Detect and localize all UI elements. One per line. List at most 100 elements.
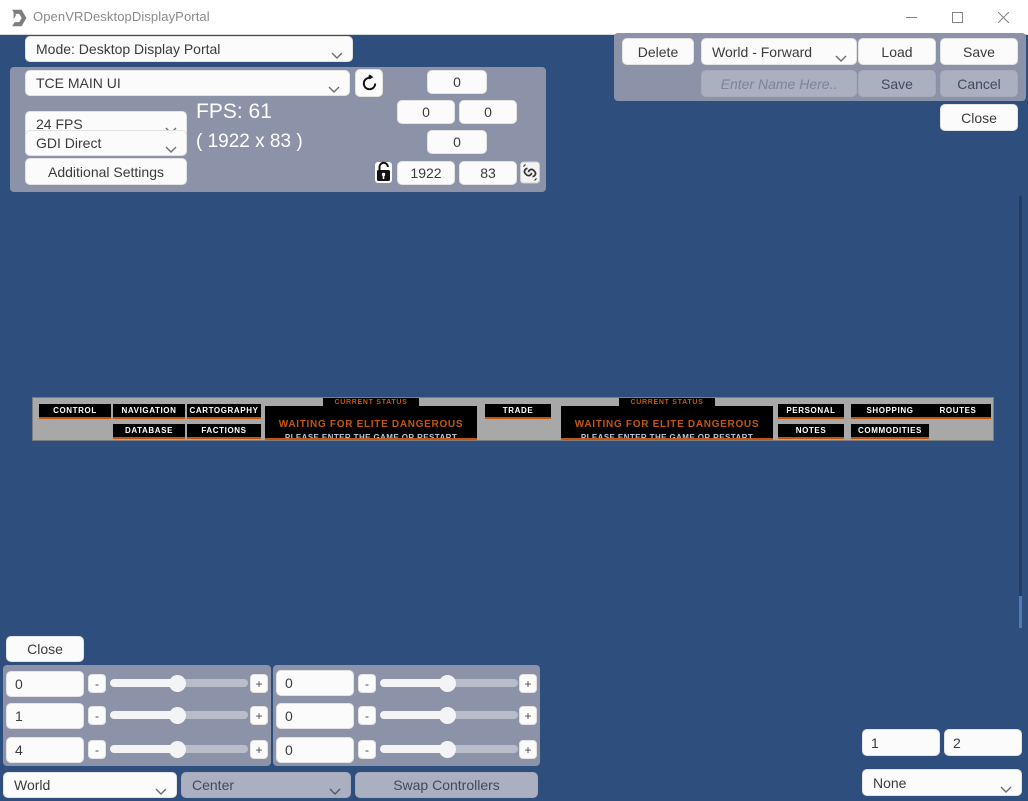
position-x-increment[interactable]: + [250,674,268,693]
chevron-down-icon [155,782,167,798]
rotation-y-field[interactable]: 0 [276,703,354,729]
tce-button-notes[interactable]: NOTES [778,424,844,439]
position-y-thumb[interactable] [169,707,186,724]
scrollbar-track[interactable] [1019,196,1022,626]
offset-z-field[interactable]: 0 [427,70,487,94]
confirm-save-button[interactable]: Save [858,70,936,97]
tce-button-commodities[interactable]: COMMODITIES [851,424,929,439]
profile-select[interactable]: World - Forward [701,38,857,65]
cancel-save-button[interactable]: Cancel [940,70,1018,97]
window-source-label: TCE MAIN UI [36,75,121,91]
load-profile-button[interactable]: Load [858,38,936,65]
position-z-decrement[interactable]: - [88,740,106,759]
scrollbar-thumb[interactable] [1019,596,1022,628]
tce-status-main-text-2: WAITING FOR ELITE DANGEROUS [574,419,760,430]
rotation-z-fill [380,745,447,753]
position-x-thumb[interactable] [169,675,186,692]
window-source-select[interactable]: TCE MAIN UI [25,70,350,96]
position-z-fill [110,745,177,753]
maximize-icon [951,11,963,23]
tce-button-cartography[interactable]: CARTOGRAPHY [187,404,261,419]
tce-button-control[interactable]: CONTROL [39,404,111,419]
space-select[interactable]: World [3,772,177,798]
tce-button-routes[interactable]: ROUTES [925,404,991,419]
device-select[interactable]: None [862,769,1022,796]
tce-button-navigation[interactable]: NAVIGATION [113,404,185,419]
close-transform-button[interactable]: Close [6,636,84,662]
tce-status-tab-right: CURRENT STATUS [619,398,715,408]
maximize-button[interactable] [934,0,980,34]
resolution-readout: ( 1922 x 83 ) [196,131,303,152]
crop-field[interactable]: 0 [427,130,487,154]
position-y-increment[interactable]: + [250,706,268,725]
device-select-label: None [873,774,907,791]
rotation-z-decrement[interactable]: - [358,740,376,759]
anchor-select-label: Center [192,777,235,793]
position-y-decrement[interactable]: - [88,706,106,725]
position-z-thumb[interactable] [169,741,186,758]
broken-link-icon[interactable] [519,160,541,185]
refresh-button[interactable] [355,69,383,97]
profile-select-label: World - Forward [712,43,813,60]
tce-status-sub-text-2: PLEASE ENTER THE GAME OR RESTART [580,433,754,440]
capture-method-select[interactable]: GDI Direct [25,130,187,156]
chevron-down-icon [331,46,343,62]
anchor-select[interactable]: Center [181,772,351,798]
device-index-field-1[interactable]: 1 [862,729,940,756]
delete-button[interactable]: Delete [622,38,694,65]
close-settings-button[interactable]: Close [940,104,1018,131]
tce-status-main-text: WAITING FOR ELITE DANGEROUS [278,419,464,430]
rotation-y-decrement[interactable]: - [358,706,376,725]
rotation-z-increment[interactable]: + [519,740,537,759]
device-index-field-2[interactable]: 2 [944,729,1022,756]
rotation-y-thumb[interactable] [439,707,456,724]
height-field[interactable]: 83 [459,161,517,185]
capture-method-label: GDI Direct [36,135,102,151]
swap-controllers-button[interactable]: Swap Controllers [355,772,538,798]
position-z-field[interactable]: 4 [6,737,84,763]
profile-name-input[interactable]: Enter Name Here.. [701,70,857,97]
offset-y-field[interactable]: 0 [459,100,517,124]
padlock-open-icon[interactable] [373,160,395,185]
position-y-fill [110,711,177,719]
close-icon [997,11,1009,23]
refresh-icon [362,73,376,90]
unity-icon [10,8,30,28]
chevron-down-icon [329,782,341,798]
chevron-down-icon [328,80,340,96]
title-bar: OpenVRDesktopDisplayPortal [0,0,1028,35]
tce-status-box-left: WAITING FOR ELITE DANGEROUS PLEASE ENTER… [265,406,477,440]
minimize-button[interactable] [888,0,934,34]
rotation-x-decrement[interactable]: - [358,674,376,693]
close-window-button[interactable] [980,0,1026,34]
chevron-down-icon [1000,780,1012,796]
window-title: OpenVRDesktopDisplayPortal [33,9,210,24]
minimize-icon [905,16,917,18]
position-y-field[interactable]: 1 [6,703,84,729]
chevron-down-icon [165,140,177,156]
additional-settings-button[interactable]: Additional Settings [25,158,187,185]
mode-select[interactable]: Mode: Desktop Display Portal [25,36,353,62]
tce-button-trade[interactable]: TRADE [485,404,551,419]
rotation-x-field[interactable]: 0 [276,670,354,696]
tce-button-personal[interactable]: PERSONAL [778,404,844,419]
save-profile-button[interactable]: Save [940,38,1018,65]
tce-button-database[interactable]: DATABASE [113,424,185,439]
position-x-field[interactable]: 0 [6,671,84,697]
position-x-fill [110,679,177,687]
mode-select-label: Mode: Desktop Display Portal [36,41,221,57]
fps-readout: FPS: 61 [196,100,272,123]
width-field[interactable]: 1922 [397,161,455,185]
offset-x-field[interactable]: 0 [397,100,455,124]
position-z-increment[interactable]: + [250,740,268,759]
overlay-preview-strip: CONTROL NAVIGATION CARTOGRAPHY DATABASE … [32,397,994,441]
rotation-x-increment[interactable]: + [519,674,537,693]
rotation-y-increment[interactable]: + [519,706,537,725]
tce-button-shopping[interactable]: SHOPPING [851,404,929,419]
rotation-z-field[interactable]: 0 [276,737,354,763]
rotation-z-thumb[interactable] [439,741,456,758]
tce-status-tab-left: CURRENT STATUS [323,398,419,408]
rotation-x-thumb[interactable] [439,675,456,692]
tce-button-factions[interactable]: FACTIONS [187,424,261,439]
position-x-decrement[interactable]: - [88,674,106,693]
